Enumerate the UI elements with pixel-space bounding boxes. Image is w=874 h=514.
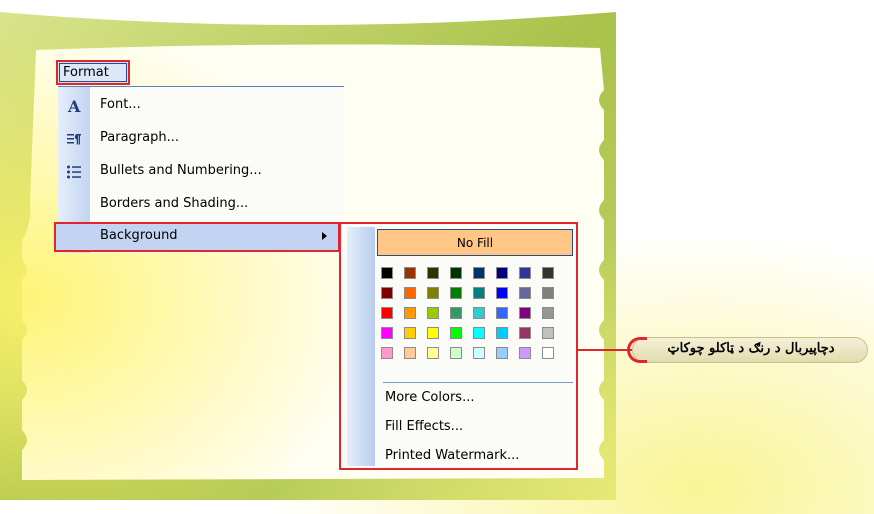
color-swatch[interactable] xyxy=(496,347,508,359)
menu-item-paragraph[interactable]: Paragraph... xyxy=(58,122,344,155)
color-swatch[interactable] xyxy=(542,327,554,339)
more-colors-item[interactable]: More Colors... xyxy=(385,390,474,405)
fill-effects-item[interactable]: Fill Effects... xyxy=(385,419,463,434)
color-swatch[interactable] xyxy=(496,287,508,299)
color-swatch[interactable] xyxy=(473,347,485,359)
menu-item-font[interactable]: A Font... xyxy=(58,89,344,122)
color-swatch[interactable] xyxy=(542,307,554,319)
font-a-icon: A xyxy=(58,89,90,122)
color-swatch[interactable] xyxy=(496,307,508,319)
color-swatch[interactable] xyxy=(496,327,508,339)
color-swatch[interactable] xyxy=(381,307,393,319)
paragraph-icon xyxy=(58,122,90,155)
color-swatch[interactable] xyxy=(450,327,462,339)
menu-item-borders-label: Borders and Shading... xyxy=(100,196,249,211)
color-swatch[interactable] xyxy=(427,287,439,299)
svg-text:A: A xyxy=(67,98,81,114)
color-swatch[interactable] xyxy=(404,267,416,279)
color-swatch[interactable] xyxy=(519,347,531,359)
background-submenu: No Fill More Colors... Fill Effects... P… xyxy=(339,222,578,470)
color-swatch[interactable] xyxy=(427,267,439,279)
color-swatch[interactable] xyxy=(381,267,393,279)
color-swatch[interactable] xyxy=(381,327,393,339)
color-swatch[interactable] xyxy=(542,347,554,359)
color-swatch[interactable] xyxy=(496,267,508,279)
color-swatch[interactable] xyxy=(404,347,416,359)
color-swatch[interactable] xyxy=(427,327,439,339)
color-swatch[interactable] xyxy=(473,307,485,319)
color-swatch[interactable] xyxy=(381,347,393,359)
color-swatch[interactable] xyxy=(404,287,416,299)
submenu-divider xyxy=(383,382,573,383)
no-fill-label: No Fill xyxy=(456,235,494,250)
color-swatch[interactable] xyxy=(450,347,462,359)
color-swatch[interactable] xyxy=(473,267,485,279)
color-swatch[interactable] xyxy=(450,287,462,299)
format-menu-button[interactable]: Format xyxy=(56,60,130,85)
submenu-icon-strip xyxy=(347,227,375,466)
color-swatch[interactable] xyxy=(381,287,393,299)
color-swatch[interactable] xyxy=(519,267,531,279)
format-menu-label: Format xyxy=(63,65,109,80)
color-swatch[interactable] xyxy=(519,287,531,299)
color-swatch[interactable] xyxy=(427,347,439,359)
color-swatch[interactable] xyxy=(450,307,462,319)
color-swatch[interactable] xyxy=(519,327,531,339)
color-swatch[interactable] xyxy=(473,287,485,299)
printed-watermark-item[interactable]: Printed Watermark... xyxy=(385,448,519,463)
color-swatch[interactable] xyxy=(473,327,485,339)
color-swatch[interactable] xyxy=(404,307,416,319)
color-swatch[interactable] xyxy=(542,267,554,279)
background-highlight-box xyxy=(54,222,340,252)
color-swatch[interactable] xyxy=(404,327,416,339)
menu-item-font-label: Font... xyxy=(100,97,141,112)
color-swatch[interactable] xyxy=(542,287,554,299)
color-swatch[interactable] xyxy=(450,267,462,279)
callout-text: دچاپیربال د رنګ د ټاکلو چوکاټ xyxy=(667,341,835,356)
menu-item-bullets-label: Bullets and Numbering... xyxy=(100,163,262,178)
color-swatch[interactable] xyxy=(427,307,439,319)
menu-item-borders-shading[interactable]: Borders and Shading... xyxy=(58,188,344,221)
no-fill-button[interactable]: No Fill xyxy=(377,229,573,256)
color-swatch[interactable] xyxy=(519,307,531,319)
menu-item-bullets-numbering[interactable]: Bullets and Numbering... xyxy=(58,155,344,188)
menu-item-paragraph-label: Paragraph... xyxy=(100,130,179,145)
bullets-icon xyxy=(58,155,90,188)
